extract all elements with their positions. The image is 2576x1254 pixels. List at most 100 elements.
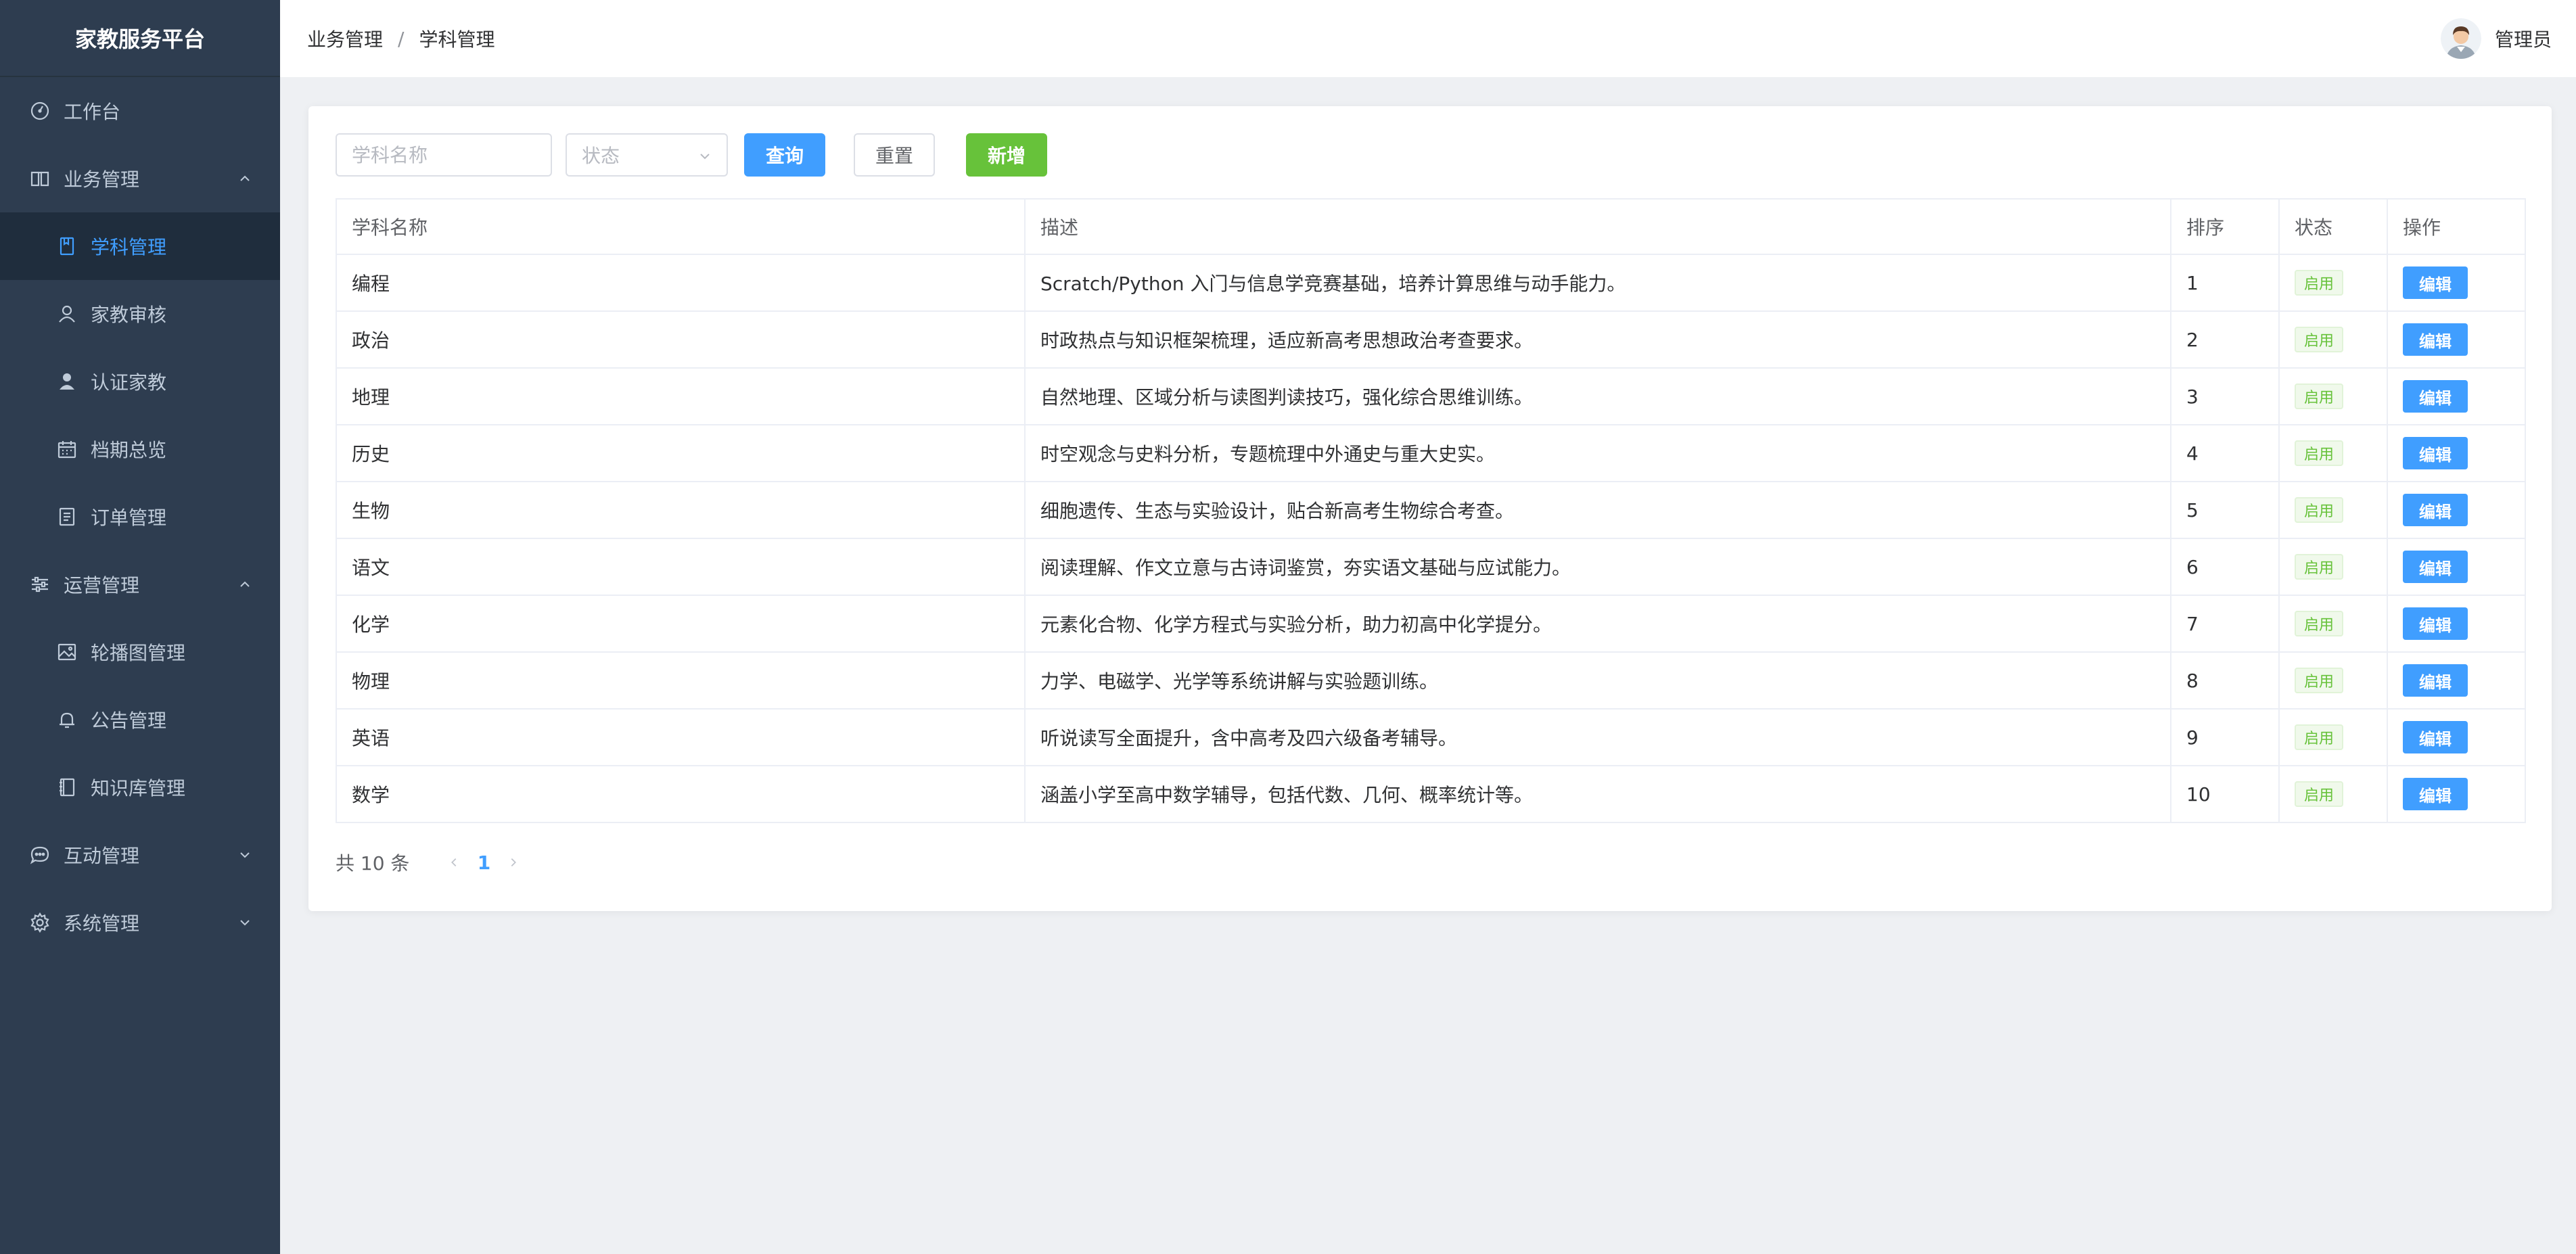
cell-actions: 编辑: [2387, 254, 2526, 312]
menu-item-knowledge[interactable]: 知识库管理: [0, 753, 280, 821]
reset-button[interactable]: 重置: [854, 133, 935, 177]
chevron-left-icon[interactable]: [443, 852, 465, 873]
menu-group-business[interactable]: 业务管理: [0, 145, 280, 212]
chevron-up-icon: [238, 172, 252, 185]
cell-status: 启用: [2278, 651, 2388, 710]
edit-button[interactable]: 编辑: [2403, 778, 2468, 810]
user-name: 管理员: [2494, 28, 2552, 51]
status-badge: 启用: [2295, 724, 2344, 750]
brand-title: 家教服务平台: [0, 0, 280, 77]
cell-order: 5: [2170, 481, 2280, 539]
status-select-placeholder: 状态: [582, 145, 620, 167]
edit-button[interactable]: 编辑: [2403, 380, 2468, 413]
cell-actions: 编辑: [2387, 367, 2526, 425]
cell-subject-name: 编程: [336, 254, 1026, 312]
subject-name-input[interactable]: [336, 133, 552, 177]
user-menu[interactable]: 管理员: [2440, 18, 2552, 59]
column-header-order: 排序: [2170, 198, 2280, 255]
menu-label-notice: 公告管理: [91, 710, 167, 732]
menu-group-system[interactable]: 系统管理: [0, 889, 280, 956]
status-badge: 启用: [2295, 611, 2344, 636]
menu-item-schedule[interactable]: 档期总览: [0, 415, 280, 483]
cell-order: 10: [2170, 765, 2280, 823]
cell-description: 细胞遗传、生态与实验设计，贴合新高考生物综合考查。: [1024, 481, 2171, 539]
edit-button[interactable]: 编辑: [2403, 437, 2468, 469]
cell-order: 4: [2170, 424, 2280, 482]
table-body: 编程 Scratch/Python 入门与信息学竞赛基础，培养计算思维与动手能力。…: [336, 254, 2526, 823]
menu-item-tutor-review[interactable]: 家教审核: [0, 280, 280, 348]
cell-subject-name: 政治: [336, 310, 1026, 369]
menu-label-subject: 学科管理: [91, 236, 167, 258]
cell-subject-name: 化学: [336, 595, 1026, 653]
edit-button[interactable]: 编辑: [2403, 494, 2468, 526]
edit-button[interactable]: 编辑: [2403, 266, 2468, 299]
edit-button[interactable]: 编辑: [2403, 607, 2468, 640]
chevron-up-icon: [238, 578, 252, 591]
cell-order: 3: [2170, 367, 2280, 425]
column-header-status: 状态: [2278, 198, 2388, 255]
table-header-row: 学科名称 描述 排序 状态 操作: [336, 198, 2526, 255]
menu-label-system: 系统管理: [64, 912, 140, 935]
chevron-down-icon: [700, 154, 710, 160]
cell-status: 启用: [2278, 310, 2388, 369]
cell-subject-name: 生物: [336, 481, 1026, 539]
cell-actions: 编辑: [2387, 481, 2526, 539]
breadcrumb: 业务管理 / 学科管理: [307, 25, 495, 52]
table-row: 物理 力学、电磁学、光学等系统讲解与实验题训练。 8 启用 编辑: [336, 651, 2526, 710]
chevron-down-icon: [238, 848, 252, 862]
cell-subject-name: 语文: [336, 538, 1026, 596]
bookmark-doc-icon: [55, 235, 78, 258]
status-badge: 启用: [2295, 781, 2344, 807]
chevron-right-icon[interactable]: [503, 852, 524, 873]
add-subject-button[interactable]: 新增: [966, 133, 1047, 177]
status-badge: 启用: [2295, 497, 2344, 523]
app-root: 家教服务平台 工作台 业务管理 学科管理 家教审核 认证家教 档期总览 订单管理…: [0, 0, 2576, 1254]
cell-status: 启用: [2278, 367, 2388, 425]
edit-button[interactable]: 编辑: [2403, 721, 2468, 753]
edit-button[interactable]: 编辑: [2403, 664, 2468, 697]
cell-status: 启用: [2278, 765, 2388, 823]
cell-actions: 编辑: [2387, 424, 2526, 482]
cell-subject-name: 英语: [336, 708, 1026, 766]
cell-status: 启用: [2278, 708, 2388, 766]
menu-group-interaction[interactable]: 互动管理: [0, 821, 280, 889]
table-row: 政治 时政热点与知识框架梳理，适应新高考思想政治考查要求。 2 启用 编辑: [336, 310, 2526, 369]
menu-item-certified-tutor[interactable]: 认证家教: [0, 348, 280, 415]
menu-item-notice[interactable]: 公告管理: [0, 686, 280, 753]
edit-button[interactable]: 编辑: [2403, 551, 2468, 583]
menu-label-schedule: 档期总览: [91, 439, 167, 461]
cell-order: 1: [2170, 254, 2280, 312]
cell-actions: 编辑: [2387, 538, 2526, 596]
menu-item-banner[interactable]: 轮播图管理: [0, 618, 280, 686]
breadcrumb-item-subject: 学科管理: [419, 28, 495, 51]
cell-order: 2: [2170, 310, 2280, 369]
cell-order: 7: [2170, 595, 2280, 653]
sidebar: 家教服务平台 工作台 业务管理 学科管理 家教审核 认证家教 档期总览 订单管理…: [0, 0, 280, 1254]
cell-actions: 编辑: [2387, 595, 2526, 653]
avatar[interactable]: [2440, 18, 2481, 59]
breadcrumb-item-business[interactable]: 业务管理: [307, 25, 383, 52]
cell-description: 听说读写全面提升，含中高考及四六级备考辅导。: [1024, 708, 2171, 766]
edit-button[interactable]: 编辑: [2403, 323, 2468, 356]
column-header-name: 学科名称: [336, 198, 1026, 255]
menu-item-workbench[interactable]: 工作台: [0, 77, 280, 145]
bell-icon: [55, 708, 78, 731]
cell-order: 9: [2170, 708, 2280, 766]
search-button[interactable]: 查询: [744, 133, 825, 177]
menu-item-orders[interactable]: 订单管理: [0, 483, 280, 551]
cell-actions: 编辑: [2387, 651, 2526, 710]
status-badge: 启用: [2295, 440, 2344, 466]
cell-subject-name: 地理: [336, 367, 1026, 425]
cell-subject-name: 数学: [336, 765, 1026, 823]
book-open-icon: [28, 167, 51, 190]
menu-group-operations[interactable]: 运营管理: [0, 551, 280, 618]
menu-item-subject[interactable]: 学科管理: [0, 212, 280, 280]
calendar-icon: [55, 438, 78, 461]
table-row: 地理 自然地理、区域分析与读图判读技巧，强化综合思维训练。 3 启用 编辑: [336, 367, 2526, 425]
cell-description: 自然地理、区域分析与读图判读技巧，强化综合思维训练。: [1024, 367, 2171, 425]
page-number-current[interactable]: 1: [465, 852, 503, 874]
cell-status: 启用: [2278, 254, 2388, 312]
table-row: 编程 Scratch/Python 入门与信息学竞赛基础，培养计算思维与动手能力。…: [336, 254, 2526, 312]
menu-label-banner: 轮播图管理: [91, 642, 186, 664]
status-select[interactable]: 状态: [566, 133, 728, 177]
